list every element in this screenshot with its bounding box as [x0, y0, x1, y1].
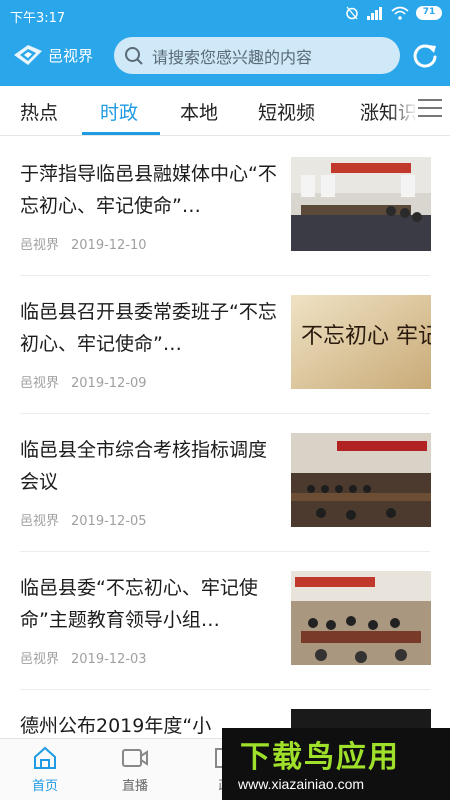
nav-live-label: 直播 [121, 779, 148, 794]
news-meta: 邑视界 2019-12-10 [20, 234, 147, 253]
home-icon [34, 746, 56, 769]
search-icon [125, 46, 143, 65]
news-item[interactable]: 于萍指导临邑县融媒体中心“不忘初心、牢记使命”… 邑视界 2019-12-10 [0, 138, 450, 276]
news-title: 临邑县全市综合考核指标调度会议 [20, 439, 268, 493]
news-date: 2019-12-09 [71, 376, 147, 391]
news-source: 邑视界 [20, 238, 60, 253]
site-watermark: 下载鸟应用 www.xiazainiao.com [222, 728, 450, 800]
watermark-title: 下载鸟应用 [240, 740, 400, 775]
status-bar: 下午3:17 71 [0, 0, 450, 30]
news-meta: 邑视界 2019-12-09 [20, 372, 147, 391]
news-item[interactable]: 临邑县召开县委常委班子“不忘初心、牢记使命”… 邑视界 2019-12-09 不忘… [0, 276, 450, 414]
app-logo[interactable]: 邑视界 [12, 41, 93, 69]
alarm-icon [346, 6, 358, 20]
active-tab-indicator [82, 132, 160, 135]
news-date: 2019-12-03 [71, 652, 147, 667]
news-source: 邑视界 [20, 652, 60, 667]
news-title: 于萍指导临邑县融媒体中心“不忘初心、牢记使命”… [20, 163, 277, 217]
search-placeholder: 请搜索您感兴趣的内容 [152, 47, 313, 67]
news-source: 邑视界 [20, 514, 60, 529]
app-name: 邑视界 [48, 46, 94, 65]
tab-hot[interactable]: 热点 [20, 98, 58, 125]
news-date: 2019-12-05 [71, 514, 147, 529]
tab-politics[interactable]: 时政 [100, 98, 138, 125]
video-icon [122, 749, 148, 767]
tab-short-video[interactable]: 短视频 [258, 98, 315, 125]
news-thumbnail [291, 157, 431, 251]
news-meta: 邑视界 2019-12-05 [20, 510, 147, 529]
signal-icon [367, 7, 382, 20]
battery-indicator: 71 [416, 6, 442, 20]
menu-icon[interactable] [418, 99, 442, 121]
refresh-icon[interactable] [410, 41, 440, 71]
news-meta: 邑视界 2019-12-03 [20, 648, 147, 667]
news-item[interactable]: 临邑县委“不忘初心、牢记使命”主题教育领导小组… 邑视界 2019-12-03 [0, 552, 450, 690]
logo-icon [14, 45, 42, 65]
news-title: 临邑县委“不忘初心、牢记使命”主题教育领导小组… [20, 577, 258, 631]
news-source: 邑视界 [20, 376, 60, 391]
thumbnail-calligraphy: 不忘初心 牢记使命 [301, 324, 431, 349]
news-date: 2019-12-10 [71, 238, 147, 253]
tab-local[interactable]: 本地 [180, 98, 218, 125]
status-icons: 71 [345, 6, 442, 20]
news-thumbnail [291, 433, 431, 527]
nav-home[interactable]: 首页 [15, 745, 75, 794]
news-item[interactable]: 临邑县全市综合考核指标调度会议 邑视界 2019-12-05 [0, 414, 450, 552]
nav-live[interactable]: 直播 [105, 745, 165, 794]
app-header: 下午3:17 71 邑视界 请搜索您感兴趣的内容 [0, 0, 450, 86]
news-title: 临邑县召开县委常委班子“不忘初心、牢记使命”… [20, 301, 277, 355]
news-thumbnail [291, 571, 431, 665]
wifi-icon [391, 6, 409, 20]
news-thumbnail: 不忘初心 牢记使命 [291, 295, 431, 389]
watermark-url: www.xiazainiao.com [238, 776, 365, 792]
top-bar: 邑视界 请搜索您感兴趣的内容 [0, 34, 450, 78]
search-bar[interactable]: 请搜索您感兴趣的内容 [114, 37, 400, 74]
status-time: 下午3:17 [10, 11, 66, 26]
category-tabs: 热点 时政 本地 短视频 涨知识 [0, 86, 450, 136]
nav-home-label: 首页 [31, 779, 58, 794]
